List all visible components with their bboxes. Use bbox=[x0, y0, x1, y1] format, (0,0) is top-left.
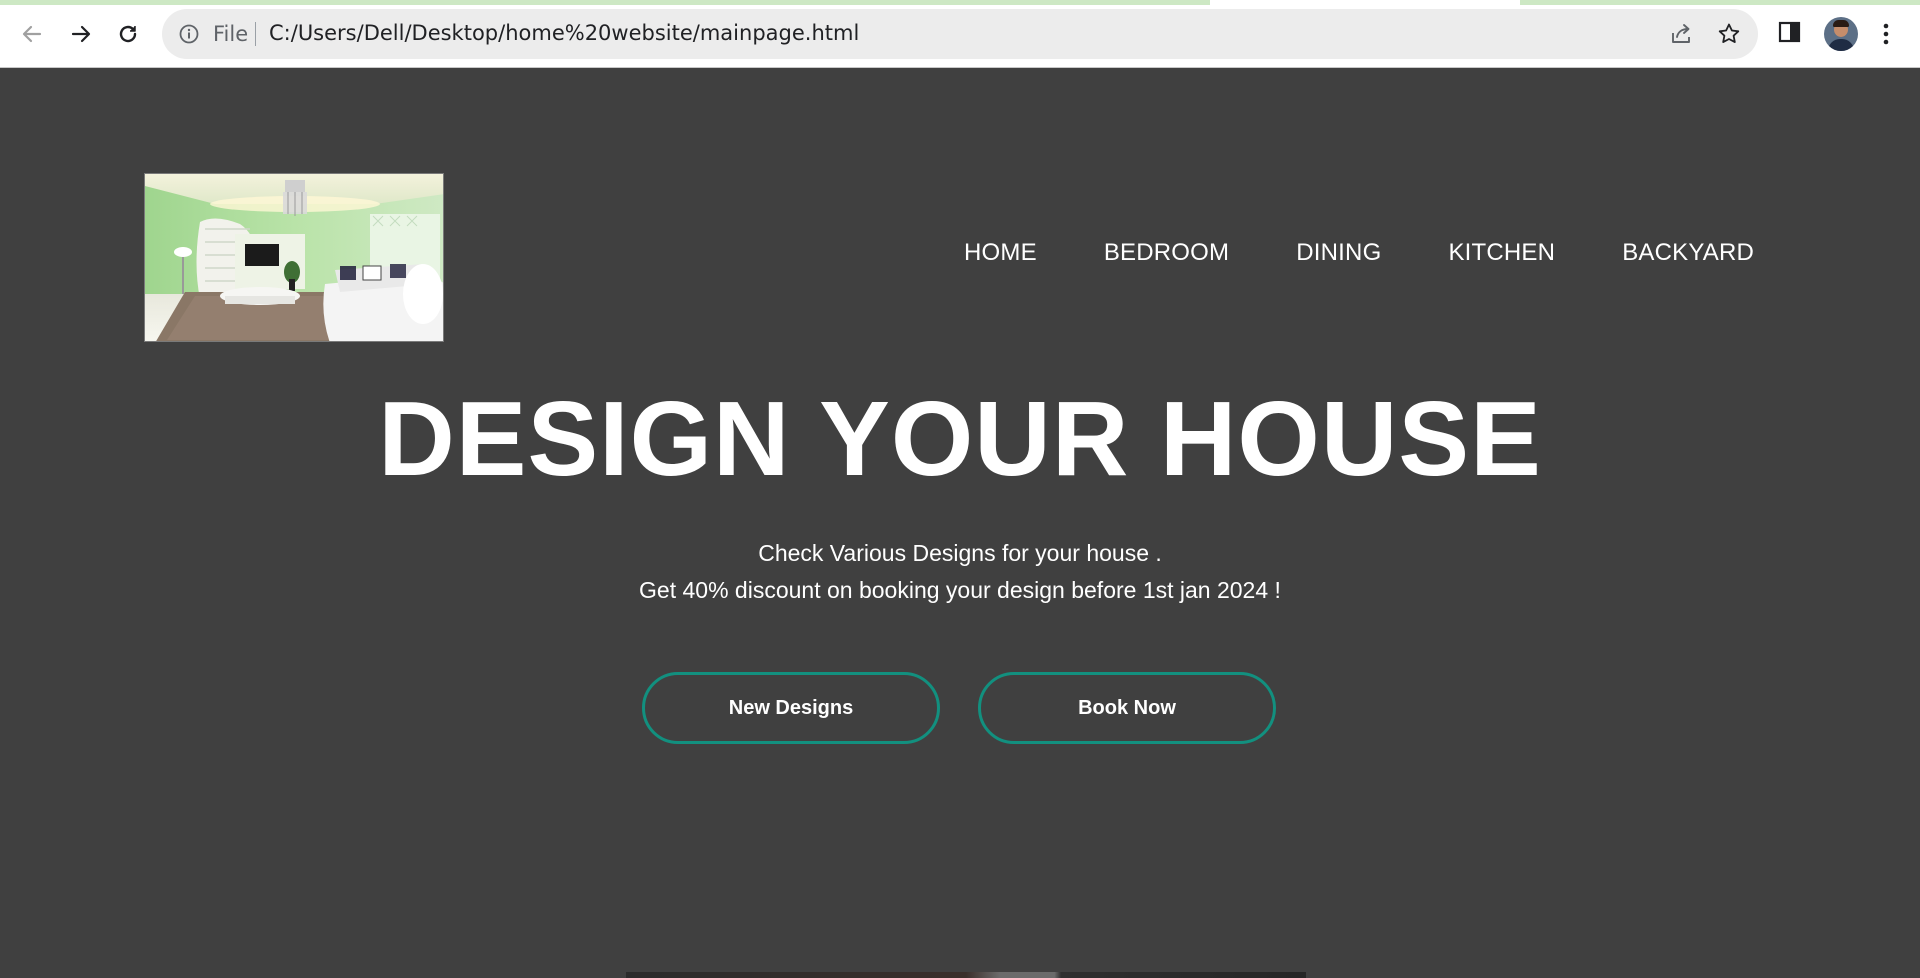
nav-home[interactable]: HOME bbox=[964, 239, 1037, 267]
url-text[interactable]: C:/Users/Dell/Desktop/home%20website/mai… bbox=[269, 21, 859, 45]
star-bookmark-icon[interactable] bbox=[1716, 21, 1742, 47]
hero-subtitle-line-2: Get 40% discount on booking your design … bbox=[639, 577, 1281, 603]
file-scheme-label: File bbox=[213, 22, 249, 46]
new-designs-button[interactable]: New Designs bbox=[642, 672, 940, 744]
more-menu-icon[interactable] bbox=[1877, 17, 1895, 51]
main-nav: HOME BEDROOM DINING KITCHEN BACKYARD bbox=[964, 239, 1754, 267]
nav-dining[interactable]: DINING bbox=[1296, 239, 1381, 267]
info-icon[interactable] bbox=[178, 23, 200, 45]
hero-title: DESIGN YOUR HOUSE bbox=[378, 380, 1542, 498]
side-panel-icon[interactable] bbox=[1777, 17, 1803, 47]
page-content: HOME BEDROOM DINING KITCHEN BACKYARD DES… bbox=[0, 68, 1920, 978]
address-divider bbox=[255, 22, 256, 46]
book-now-button[interactable]: Book Now bbox=[978, 672, 1276, 744]
back-button[interactable] bbox=[13, 15, 51, 53]
arrow-left-icon bbox=[22, 25, 42, 43]
browser-toolbar: File C:/Users/Dell/Desktop/home%20websit… bbox=[0, 0, 1920, 68]
tab-strip-highlight bbox=[0, 0, 1210, 5]
address-bar[interactable]: File C:/Users/Dell/Desktop/home%20websit… bbox=[162, 9, 1758, 59]
nav-backyard[interactable]: BACKYARD bbox=[1622, 239, 1754, 267]
tab-strip-highlight-right bbox=[1520, 0, 1920, 5]
nav-bedroom[interactable]: BEDROOM bbox=[1104, 239, 1229, 267]
living-room-image bbox=[145, 174, 443, 341]
arrow-right-icon bbox=[71, 25, 91, 43]
next-section-peek bbox=[626, 972, 1306, 978]
forward-button[interactable] bbox=[62, 15, 100, 53]
share-icon[interactable] bbox=[1668, 21, 1694, 47]
reload-icon bbox=[119, 25, 137, 43]
profile-avatar[interactable] bbox=[1824, 17, 1858, 51]
hero-subtitle-line-1: Check Various Designs for your house . bbox=[758, 540, 1162, 566]
nav-kitchen[interactable]: KITCHEN bbox=[1448, 239, 1555, 267]
reload-button[interactable] bbox=[109, 15, 147, 53]
logo-image-living-room[interactable] bbox=[144, 173, 444, 342]
